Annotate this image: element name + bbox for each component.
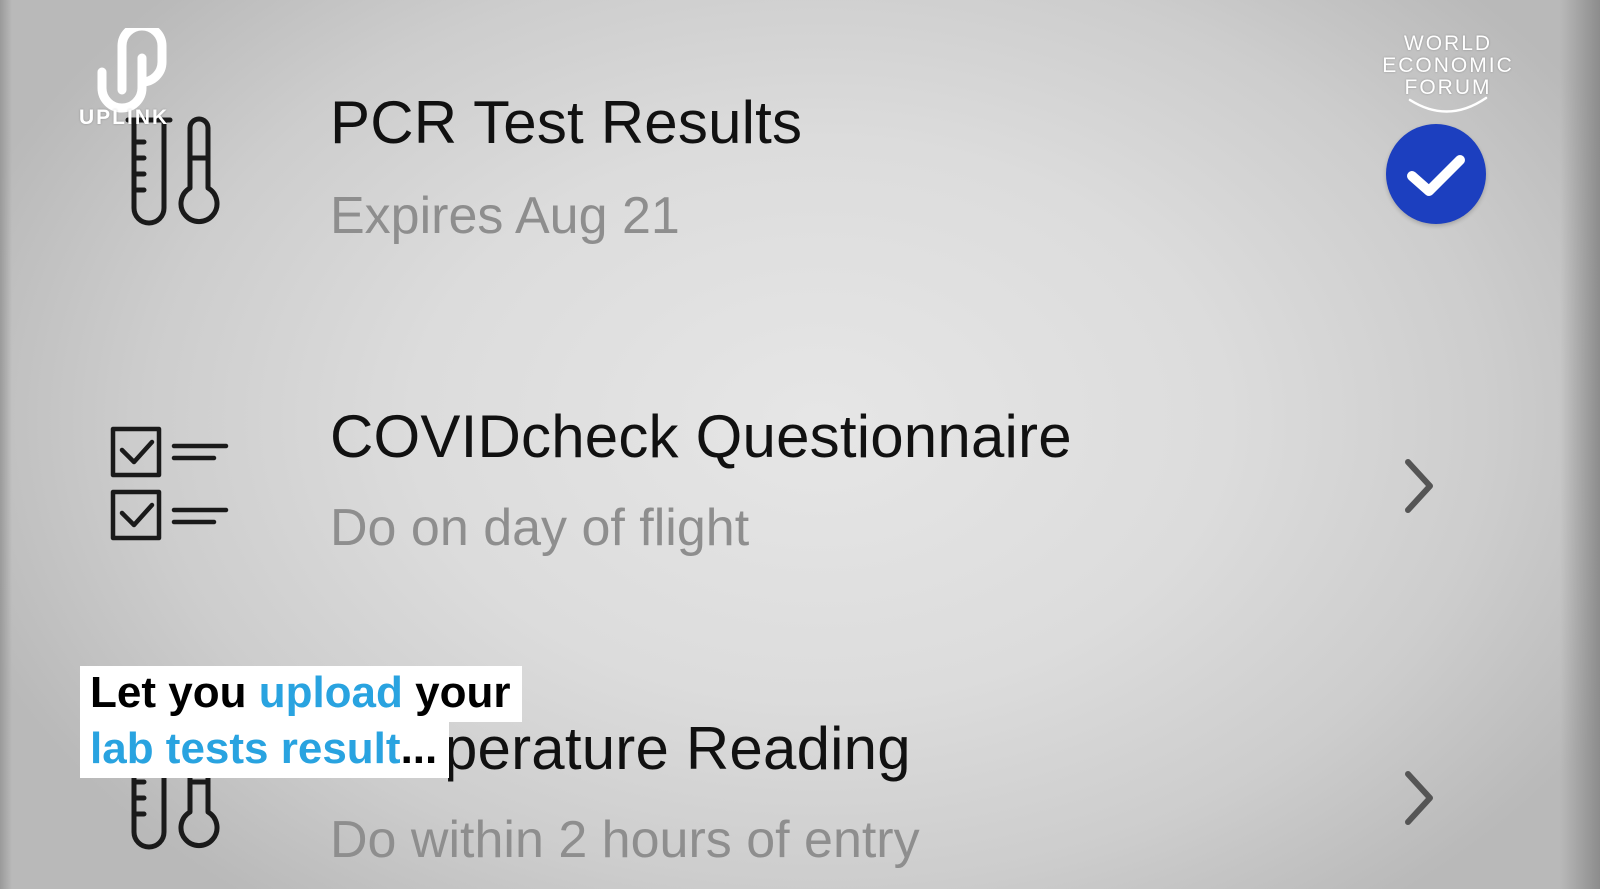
- wef-arc-icon: [1408, 96, 1488, 113]
- wef-logo-line: ECONOMIC: [1382, 54, 1514, 77]
- caption-text: Let you: [90, 668, 259, 717]
- caption-text: ...: [400, 724, 438, 773]
- item-subtitle: Do on day of flight: [330, 499, 750, 557]
- video-caption: Let you upload your lab tests result...: [80, 666, 523, 778]
- chevron-right-icon[interactable]: [1400, 456, 1440, 516]
- wef-logo: WORLD ECONOMIC FORUM: [1368, 32, 1528, 122]
- caption-line-2: lab tests result...: [80, 722, 450, 778]
- item-title: COVIDcheck Questionnaire: [330, 403, 1072, 470]
- wef-logo-line: WORLD: [1403, 32, 1493, 55]
- item-subtitle: Do within 2 hours of entry: [330, 811, 920, 869]
- completed-badge: [1386, 124, 1486, 224]
- caption-line-1: Let you upload your: [80, 666, 523, 722]
- caption-highlight: upload: [258, 668, 403, 717]
- item-title: PCR Test Results: [330, 89, 803, 156]
- checklist-icon: [110, 426, 229, 541]
- caption-highlight: lab tests result: [90, 724, 401, 773]
- chevron-right-icon[interactable]: [1400, 768, 1440, 828]
- app-screen: PCR Test Results Expires Aug 21 COVIDche…: [0, 0, 1600, 889]
- checkmark-icon: [1407, 155, 1465, 196]
- uplink-logo-text: UPLINK: [79, 106, 170, 129]
- list-item-covidcheck-questionnaire[interactable]: COVIDcheck Questionnaire Do on day of fl…: [0, 300, 1600, 600]
- item-subtitle: Expires Aug 21: [330, 187, 680, 245]
- caption-text: your: [402, 668, 511, 717]
- list-item-pcr-test[interactable]: PCR Test Results Expires Aug 21: [0, 0, 1600, 300]
